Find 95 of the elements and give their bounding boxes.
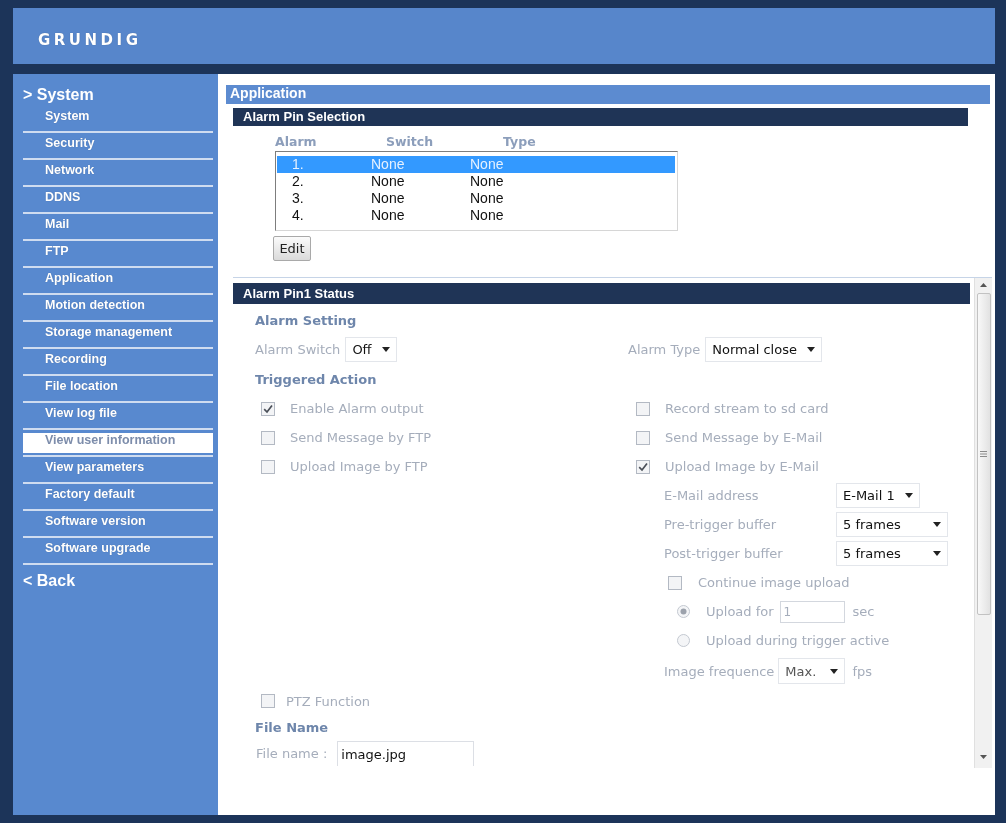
column-header: Alarm: [275, 134, 318, 150]
nav-item[interactable]: System: [23, 109, 213, 129]
group-heading: Alarm Setting: [255, 312, 357, 330]
caret-icon: [830, 668, 839, 674]
dropdown[interactable]: Max.: [778, 658, 846, 684]
nav-section-title[interactable]: > System: [23, 84, 94, 106]
field-label: Image frequence: [664, 663, 775, 679]
nav-item[interactable]: View parameters: [23, 460, 213, 480]
caret-icon: [933, 551, 941, 556]
dropdown[interactable]: Off: [345, 337, 397, 362]
scrollbar[interactable]: [974, 278, 992, 768]
unit-label: fps: [852, 663, 872, 679]
nav-item[interactable]: Mail: [23, 217, 213, 237]
checkbox-label: Enable Alarm output: [290, 401, 424, 416]
unit-label: sec: [852, 604, 875, 619]
nav-item[interactable]: Network: [23, 163, 213, 183]
column-header: Switch: [386, 134, 435, 150]
list-cell: None: [470, 173, 504, 190]
text-field[interactable]: 1: [779, 600, 845, 623]
checkbox[interactable]: [636, 459, 650, 474]
checkbox-label: Continue image upload: [698, 575, 850, 590]
down-arrow-icon[interactable]: [980, 755, 987, 759]
dropdown[interactable]: 5 frames: [836, 512, 948, 537]
nav-item[interactable]: Factory default: [23, 487, 213, 507]
list-cell-text: None: [371, 190, 406, 207]
list-row[interactable]: 2. None None: [277, 173, 675, 190]
page-title: Application: [226, 85, 990, 104]
checkbox[interactable]: [636, 430, 650, 445]
nav-item[interactable]: FTP: [23, 244, 213, 264]
list-cell-text: 3.: [291, 190, 305, 207]
dropdown[interactable]: E-Mail 1: [836, 483, 920, 508]
nav-item[interactable]: Motion detection: [23, 298, 213, 318]
checkbox-label: Record stream to sd card: [665, 401, 829, 416]
radio-button[interactable]: [677, 634, 690, 647]
list-cell-text: None: [371, 156, 406, 173]
group-heading: File Name: [255, 719, 329, 737]
up-arrow-icon[interactable]: [980, 283, 987, 287]
dropdown[interactable]: Normal close: [705, 337, 822, 362]
field-label: File name :: [256, 746, 328, 761]
radio-label: Upload during trigger active: [706, 633, 890, 648]
field-label: Alarm Type: [628, 342, 701, 357]
list-cell-text: 4.: [291, 207, 305, 224]
caret-icon: [933, 522, 941, 527]
list-cell-text: None: [371, 207, 406, 224]
edit-button[interactable]: Edit: [273, 236, 311, 261]
caret-icon: [806, 347, 815, 352]
scrollbar-thumb[interactable]: [976, 293, 991, 615]
nav-item[interactable]: View log file: [23, 406, 213, 426]
grip-icon: [980, 451, 987, 457]
list-cell-text: 1.: [291, 156, 305, 173]
group-heading: Triggered Action: [255, 371, 377, 389]
checkbox-label: Send Message by E-Mail: [665, 430, 823, 445]
radio-button[interactable]: [677, 605, 690, 618]
text-field[interactable]: image.jpg: [337, 741, 475, 766]
caret-icon: [904, 493, 913, 498]
nav-item[interactable]: File location: [23, 379, 213, 399]
brand-logo: GRUNDIG: [38, 32, 142, 49]
dropdown[interactable]: 5 frames: [836, 541, 948, 566]
checkbox-label: Upload Image by E-Mail: [665, 459, 819, 474]
checkbox-label: PTZ Function: [286, 693, 371, 709]
checkbox[interactable]: [668, 575, 682, 590]
radio-label: Upload for: [706, 604, 774, 619]
list-row[interactable]: 1. None None: [277, 156, 675, 173]
checkbox[interactable]: [636, 401, 650, 416]
nav-item[interactable]: View user information: [23, 433, 213, 453]
alarm-list[interactable]: 1. None None 2. None None 3. None None 4. None None: [275, 151, 678, 231]
field-label: Post-trigger buffer: [664, 546, 784, 561]
checkbox-label: Upload Image by FTP: [290, 459, 428, 474]
nav-item[interactable]: Software upgrade: [23, 541, 213, 561]
checkbox[interactable]: [261, 430, 275, 445]
list-cell: None: [470, 156, 504, 173]
section-header: Alarm Pin Selection: [233, 108, 968, 126]
column-header: Type: [503, 134, 536, 150]
field-label: Alarm Switch: [255, 342, 341, 357]
checkbox[interactable]: [261, 459, 275, 474]
nav-item[interactable]: Storage management: [23, 325, 213, 345]
back-link[interactable]: < Back: [23, 570, 76, 592]
nav-item[interactable]: DDNS: [23, 190, 213, 210]
section-header: Alarm Pin1 Status: [233, 283, 970, 304]
nav-item[interactable]: Software version: [23, 514, 213, 534]
nav-item[interactable]: Application: [23, 271, 213, 291]
nav-item[interactable]: Security: [23, 136, 213, 156]
list-cell: None: [470, 190, 504, 207]
list-cell-text: 2.: [291, 173, 305, 190]
field-label: E-Mail address: [664, 488, 760, 503]
list-cell: None: [470, 207, 504, 224]
list-row[interactable]: 3. None None: [277, 190, 675, 207]
caret-icon: [381, 347, 390, 352]
list-row[interactable]: 4. None None: [277, 207, 675, 224]
nav-item[interactable]: Recording: [23, 352, 213, 372]
field-label: Pre-trigger buffer: [664, 517, 778, 532]
checkbox-label: Send Message by FTP: [290, 430, 432, 445]
checkbox[interactable]: [261, 694, 275, 708]
list-cell-text: None: [371, 173, 406, 190]
checkbox[interactable]: [261, 401, 275, 416]
